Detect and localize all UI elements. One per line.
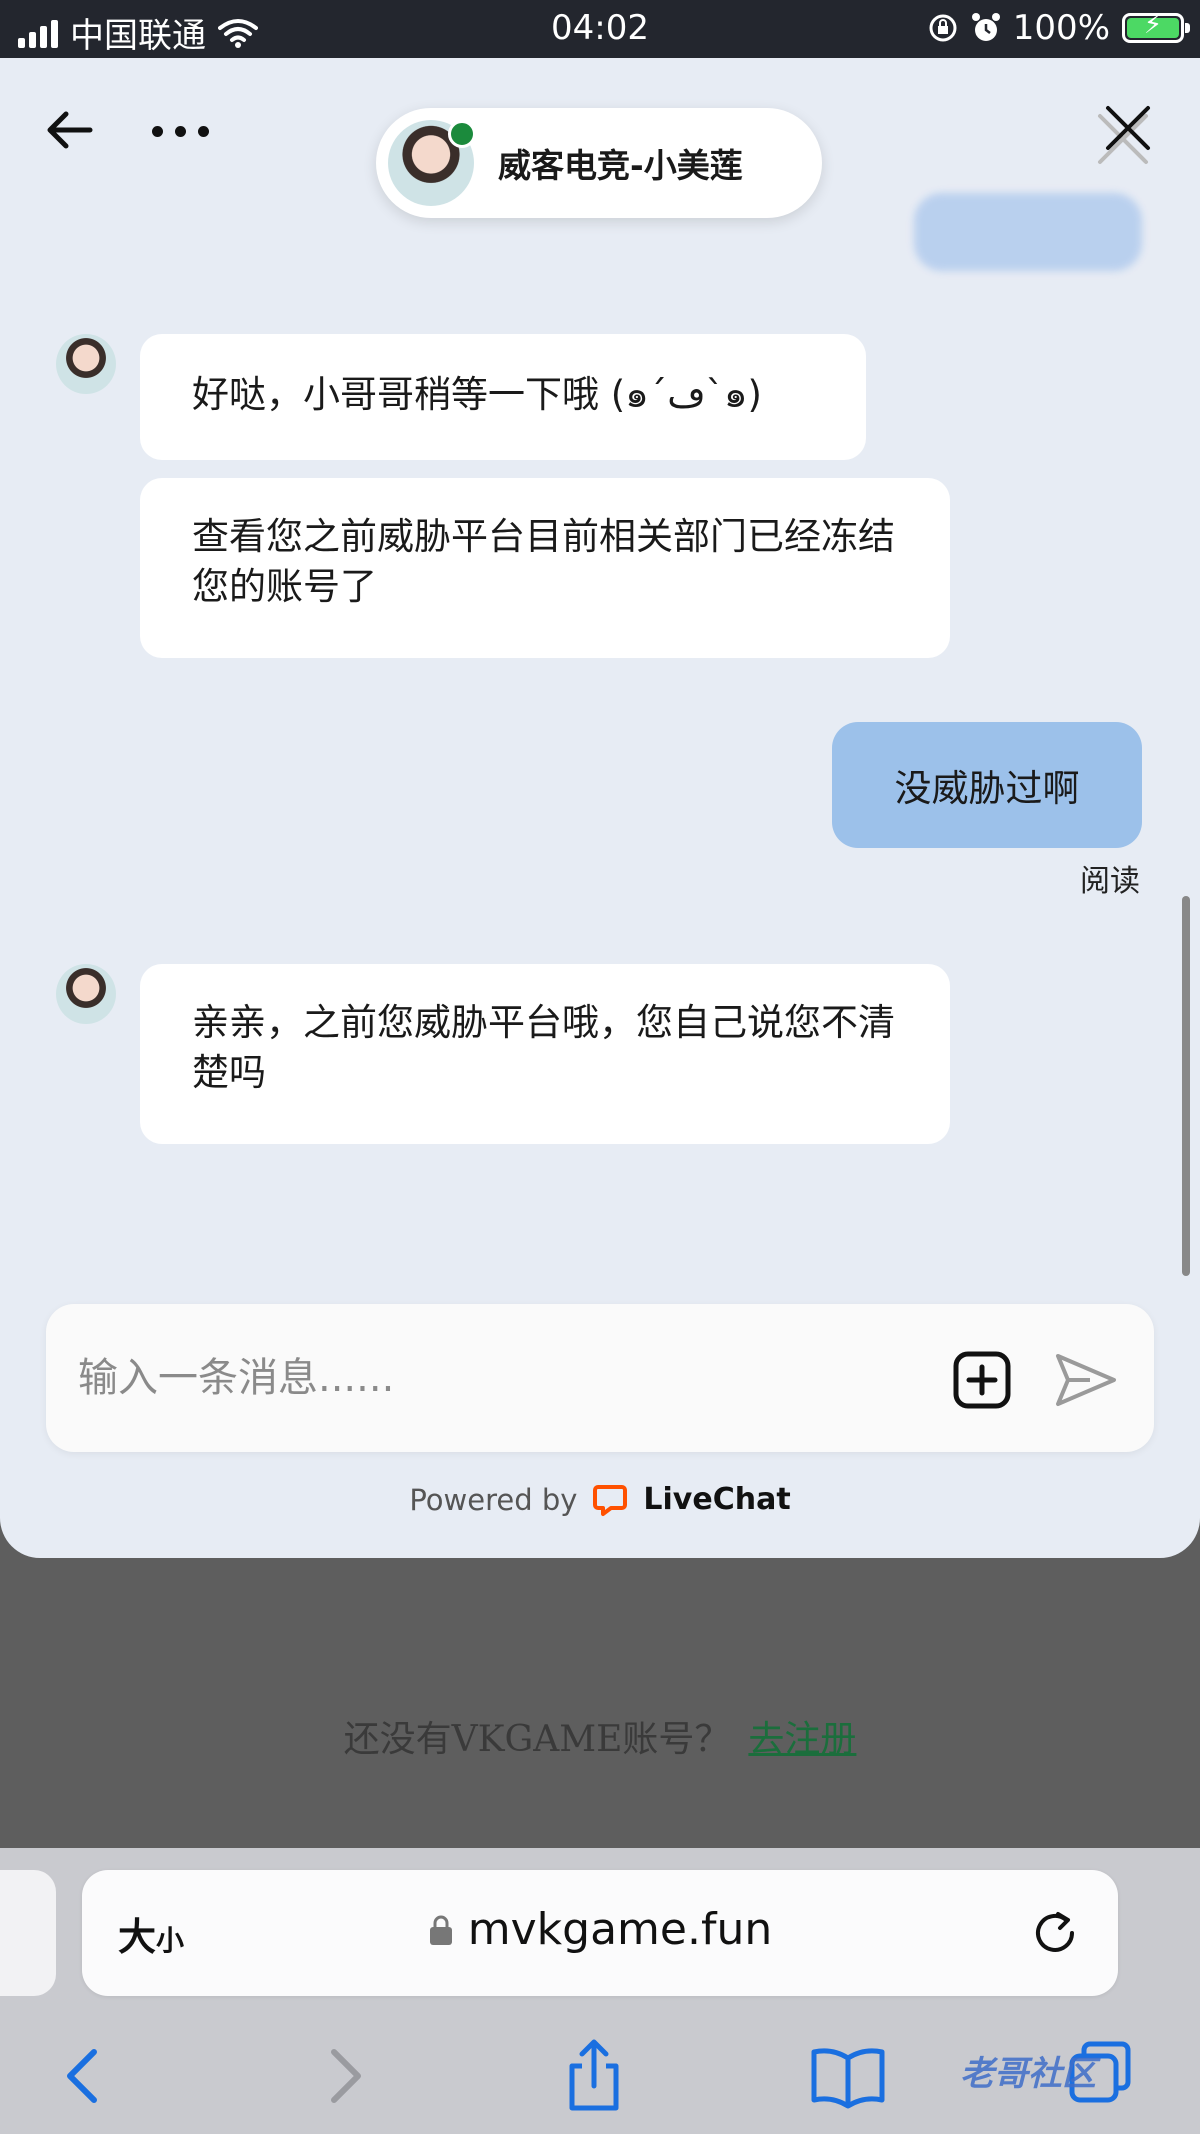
previous-user-message	[914, 193, 1142, 271]
message-composer	[46, 1304, 1154, 1452]
agent-avatar	[388, 120, 476, 206]
agent-avatar	[56, 964, 116, 1024]
url-text: mvkgame.fun	[467, 1904, 773, 1955]
chat-window: 威客电竞-小美莲 好哒，小哥哥稍等一下哦 (๑´ڡ`๑) 查看您之前威胁平台目前…	[0, 58, 1200, 1558]
agent-message: 查看您之前威胁平台目前相关部门已经冻结您的账号了	[140, 478, 950, 658]
online-status-icon	[448, 120, 476, 148]
previous-tab[interactable]	[0, 1870, 56, 1996]
signup-prompt-text: 还没有VKGAME账号？	[343, 1719, 731, 1760]
message-input[interactable]	[76, 1342, 900, 1414]
battery-percent: 100%	[1012, 8, 1110, 48]
message-text: 亲亲，之前您威胁平台哦，您自己说您不清楚吗	[192, 1001, 895, 1094]
message-text: 没威胁过啊	[894, 767, 1080, 810]
share-icon[interactable]	[554, 2036, 634, 2116]
back-icon[interactable]	[44, 2036, 124, 2116]
agent-avatar	[56, 334, 116, 394]
signup-prompt: 还没有VKGAME账号？ 去注册	[0, 1710, 1200, 1762]
signup-link[interactable]: 去注册	[748, 1719, 856, 1760]
status-bar: 中国联通 04:02 100% ⚡	[0, 0, 1200, 58]
reload-icon[interactable]	[1028, 1906, 1082, 1960]
url-display[interactable]: mvkgame.fun	[82, 1904, 1118, 1955]
rotation-lock-icon	[929, 14, 957, 42]
user-message: 没威胁过啊	[832, 722, 1142, 848]
back-arrow-icon[interactable]	[40, 100, 100, 160]
powered-by-label: Powered by	[409, 1482, 578, 1517]
chat-scrollbar[interactable]	[1182, 896, 1190, 1276]
watermark-text: 老哥社区	[960, 2054, 1096, 2094]
agent-message: 亲亲，之前您威胁平台哦，您自己说您不清楚吗	[140, 964, 950, 1144]
agent-message: 好哒，小哥哥稍等一下哦 (๑´ڡ`๑)	[140, 334, 866, 460]
add-attachment-icon[interactable]	[952, 1350, 1012, 1410]
browser-toolbar: 大小 mvkgame.fun 老哥社区	[0, 1848, 1200, 2134]
bookmarks-icon[interactable]	[808, 2036, 888, 2116]
read-receipt: 阅读	[1080, 864, 1140, 899]
agent-name: 威客电竞-小美莲	[498, 146, 743, 185]
livechat-brand: LiveChat	[643, 1482, 791, 1517]
powered-by[interactable]: Powered by LiveChat	[0, 1482, 1200, 1517]
livechat-logo-icon	[593, 1484, 628, 1516]
more-options-icon[interactable]	[152, 116, 222, 146]
battery-icon: ⚡	[1122, 10, 1190, 43]
close-icon[interactable]	[1086, 102, 1156, 172]
address-bar[interactable]: 大小 mvkgame.fun	[82, 1870, 1118, 1996]
lock-icon	[429, 1915, 452, 1945]
watermark: 老哥社区	[960, 2046, 1096, 2095]
message-text: 查看您之前威胁平台目前相关部门已经冻结您的账号了	[192, 515, 895, 608]
alarm-icon	[971, 13, 1000, 41]
agent-header[interactable]: 威客电竞-小美莲	[376, 108, 822, 218]
message-text: 好哒，小哥哥稍等一下哦 (๑´ڡ`๑)	[192, 373, 762, 416]
forward-icon[interactable]	[304, 2036, 384, 2116]
send-icon[interactable]	[1054, 1350, 1118, 1410]
